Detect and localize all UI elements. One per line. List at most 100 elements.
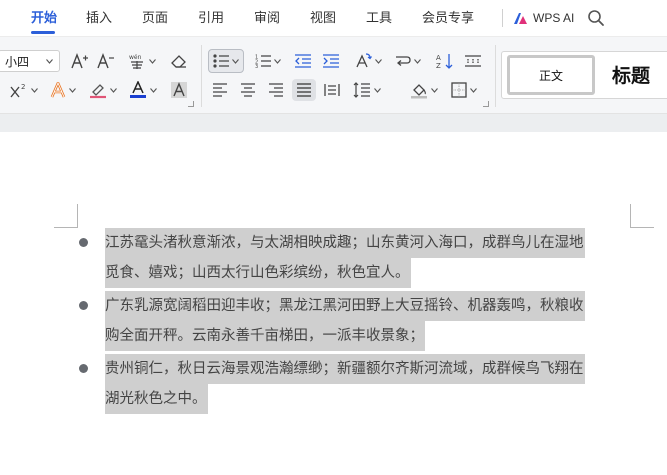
line-spacing-button[interactable]: [350, 79, 384, 101]
svg-text:3: 3: [255, 64, 258, 68]
align-left-button[interactable]: [208, 79, 232, 101]
phonetic-guide-icon: wén: [129, 54, 143, 69]
tab-tools[interactable]: 工具: [366, 10, 392, 28]
numbered-list-icon: 1 2 3: [255, 55, 271, 68]
chevron-down-icon: [274, 58, 281, 64]
menu-bar: 开始 插入 页面 引用 审阅 视图 工具 会员专享 WPS AI: [0, 0, 667, 36]
highlight-icon: [90, 83, 106, 98]
show-marks-button[interactable]: [462, 51, 484, 71]
selected-text-line: 湖光秋色之中。: [105, 384, 208, 414]
selected-text-line: 购全面开秤。云南永善千亩梯田，一派丰收景象；: [105, 321, 425, 351]
tab-home[interactable]: 开始: [31, 10, 57, 28]
chevron-down-icon: [431, 87, 438, 93]
chevron-down-icon: [470, 87, 477, 93]
tab-references[interactable]: 引用: [198, 10, 224, 28]
font-size-select[interactable]: 小四: [0, 50, 60, 72]
svg-text:2: 2: [21, 83, 25, 91]
active-tab-indicator: [31, 31, 55, 34]
align-center-icon: [241, 83, 255, 97]
chevron-down-icon: [149, 58, 156, 64]
bullet-list-icon: [213, 54, 229, 68]
ribbon: 小四 wén 2 1 2 3 A Z 正文 标题: [0, 36, 667, 114]
chevron-down-icon: [414, 58, 421, 64]
increase-indent-button[interactable]: [320, 51, 342, 71]
selected-text-line: 广东乳源宽阔稻田迎丰收；黑龙江黑河田野上大豆摇铃、机器轰鸣，秋粮收: [105, 291, 585, 321]
bullet-marker: [79, 238, 88, 247]
chevron-down-icon: [375, 58, 382, 64]
superscript-button[interactable]: 2: [8, 79, 40, 101]
tab-view[interactable]: 视图: [310, 10, 336, 28]
shading-icon: [411, 84, 427, 99]
char-shading-button[interactable]: [168, 79, 190, 101]
justify-icon: [297, 83, 311, 97]
chevron-down-icon: [232, 58, 239, 64]
align-center-button[interactable]: [236, 79, 260, 101]
numbered-list-button[interactable]: 1 2 3: [252, 51, 284, 71]
clear-format-icon: [171, 55, 186, 68]
line-break-icon: [396, 56, 411, 66]
show-marks-icon: [465, 55, 481, 67]
chevron-down-icon: [46, 59, 53, 64]
paragraph-dialog-launcher[interactable]: [483, 101, 489, 107]
distributed-button[interactable]: [320, 79, 344, 101]
line-spacing-icon: [353, 82, 370, 98]
svg-text:A: A: [436, 54, 441, 62]
svg-text:Z: Z: [436, 62, 441, 69]
phonetic-guide-button[interactable]: wén: [126, 51, 158, 71]
shrink-font-button[interactable]: [96, 51, 116, 71]
style-heading[interactable]: 标题: [612, 61, 650, 88]
decrease-indent-button[interactable]: [292, 51, 314, 71]
selected-text-line: 江苏鼋头渚秋意渐浓，与太湖相映成趣；山东黄河入海口，成群鸟儿在湿地: [105, 228, 585, 258]
font-dialog-launcher[interactable]: [188, 101, 194, 107]
sort-button[interactable]: A Z: [434, 51, 456, 71]
bullet-marker: [79, 364, 88, 373]
svg-text:wén: wén: [129, 54, 142, 61]
chevron-down-icon: [31, 87, 38, 93]
text-effect-button[interactable]: [47, 79, 79, 101]
document-top-margin: [0, 114, 667, 132]
highlight-button[interactable]: [86, 79, 120, 101]
bullet-list-button[interactable]: [208, 49, 244, 73]
style-gallery: 正文 标题: [501, 51, 667, 99]
style-normal[interactable]: 正文: [507, 55, 595, 95]
chevron-down-icon: [69, 87, 76, 93]
align-right-button[interactable]: [264, 79, 288, 101]
font-color-button[interactable]: [126, 79, 160, 101]
font-color-icon: [130, 81, 146, 98]
document-page[interactable]: 江苏鼋头渚秋意渐浓，与太湖相映成趣；山东黄河入海口，成群鸟儿在湿地 觅食、嬉戏；…: [0, 132, 667, 475]
chevron-down-icon: [110, 87, 117, 93]
distributed-icon: [324, 84, 340, 96]
justify-button[interactable]: [292, 79, 316, 101]
tab-member[interactable]: 会员专享: [422, 10, 474, 28]
shrink-font-icon: [97, 53, 114, 69]
tab-review[interactable]: 审阅: [254, 10, 280, 28]
crop-mark-right: [630, 204, 654, 228]
grow-font-button[interactable]: [70, 51, 90, 71]
text-direction-button[interactable]: [352, 51, 384, 71]
text-direction-icon: [356, 53, 372, 68]
wps-ai-button[interactable]: WPS AI: [513, 9, 574, 27]
tab-insert[interactable]: 插入: [86, 10, 112, 28]
shading-button[interactable]: [408, 79, 440, 101]
ribbon-divider: [201, 45, 202, 107]
text-effect-icon: [50, 82, 66, 98]
bullet-marker: [79, 301, 88, 310]
selected-text-line: 贵州铜仁，秋日云海景观浩瀚缥缈；新疆额尔齐斯河流域，成群候鸟飞翔在: [105, 354, 585, 384]
border-icon: [451, 82, 467, 98]
tab-page[interactable]: 页面: [142, 10, 168, 28]
selected-text-line: 觅食、嬉戏；山西太行山色彩缤纷，秋色宜人。: [105, 258, 411, 288]
crop-mark-left: [54, 204, 78, 228]
align-left-icon: [213, 83, 227, 97]
char-shading-icon: [171, 82, 187, 98]
line-break-button[interactable]: [392, 51, 424, 71]
grow-font-icon: [71, 53, 88, 69]
ribbon-divider: [495, 45, 496, 107]
align-right-icon: [269, 83, 283, 97]
wps-ai-label: WPS AI: [533, 11, 575, 25]
search-icon[interactable]: [587, 9, 605, 27]
wps-ai-icon: [514, 12, 527, 24]
clear-format-button[interactable]: [168, 51, 190, 71]
border-button[interactable]: [448, 79, 480, 101]
decrease-indent-icon: [295, 54, 311, 68]
chevron-down-icon: [150, 87, 157, 93]
